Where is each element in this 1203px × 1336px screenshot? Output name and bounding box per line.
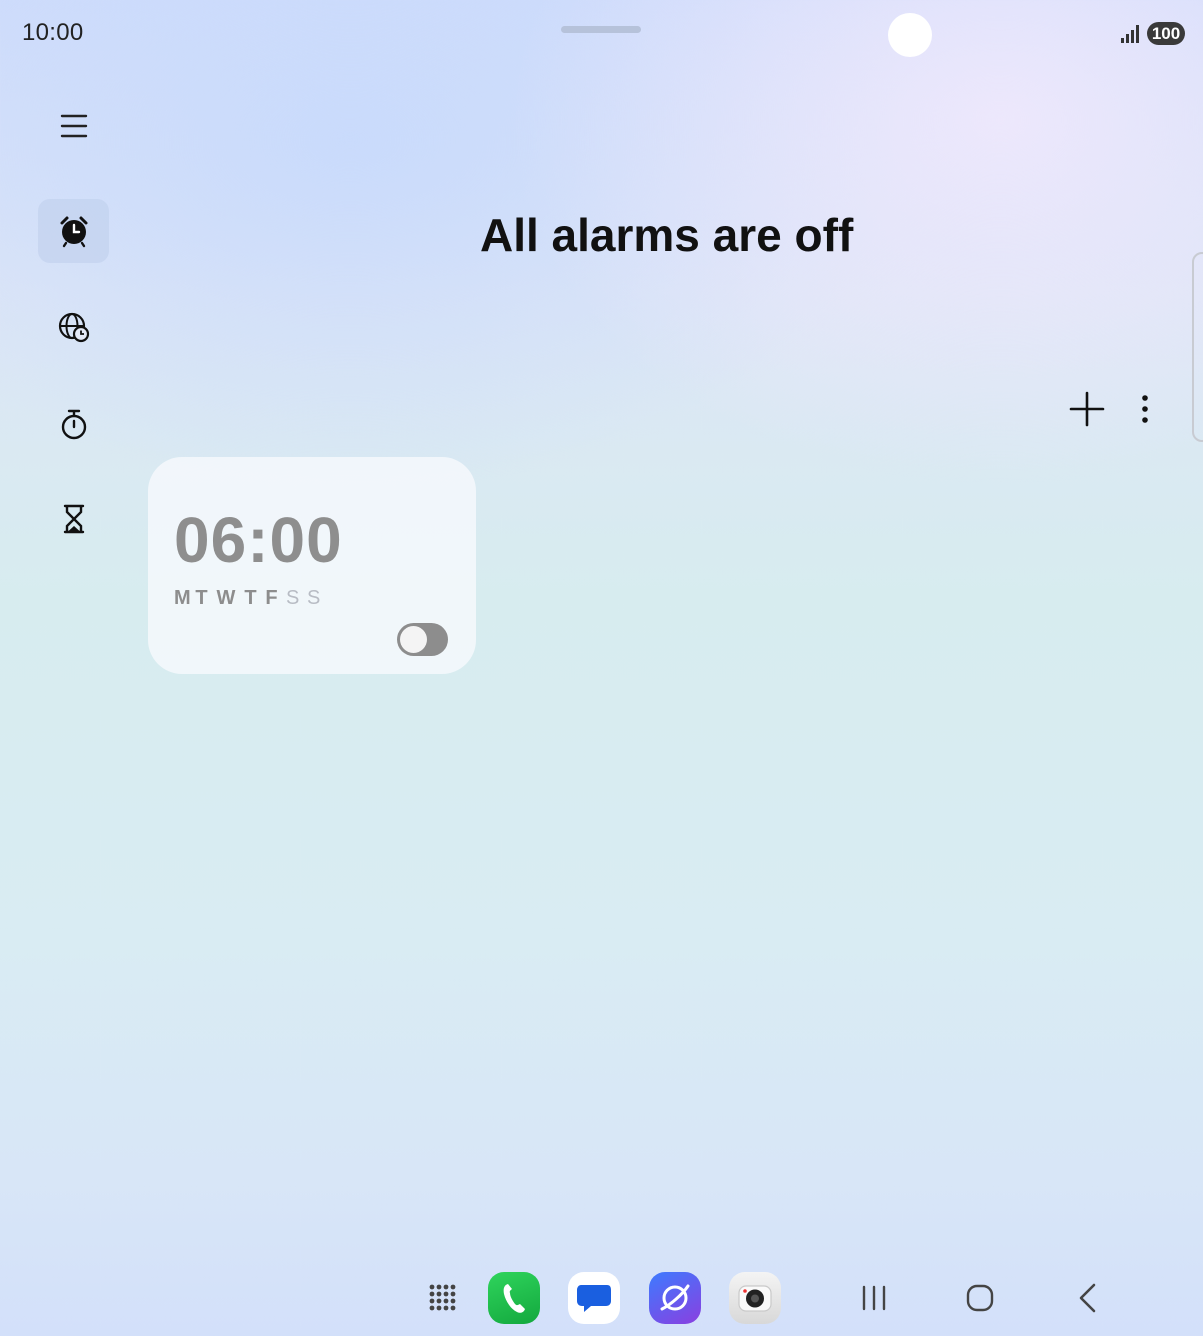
recents-icon[interactable] [856,1280,892,1316]
alarm-toggle[interactable] [397,623,448,656]
page-title: All alarms are off [480,209,854,261]
day-saturday: S [286,587,300,609]
day-friday: F [265,587,278,609]
signal-icon [1121,25,1139,43]
phone-icon [503,1284,525,1313]
rail-item-alarm[interactable] [38,199,109,263]
messages-icon [577,1285,611,1312]
browser-icon [660,1284,690,1311]
day-monday: M [174,587,191,609]
browser-app-icon[interactable] [649,1272,701,1324]
battery-indicator: 100 [1147,22,1185,45]
drag-handle[interactable] [561,26,641,33]
alarm-days: M T W T F S S [174,587,320,610]
menu-icon[interactable] [58,110,90,142]
day-wednesday: W [216,587,236,609]
add-alarm-button[interactable] [1068,390,1106,428]
front-camera [888,13,932,57]
back-icon[interactable] [1070,1280,1106,1316]
messages-app-icon[interactable] [568,1272,620,1324]
day-tuesday: T [195,587,208,609]
rail-item-timer[interactable] [38,487,109,551]
camera-icon [738,1285,772,1312]
home-icon[interactable] [962,1280,998,1316]
phone-app-icon[interactable] [488,1272,540,1324]
alarm-card[interactable]: 06:00 M T W T F S S [148,457,476,674]
alarm-time: 06:00 [174,504,343,576]
camera-app-icon[interactable] [729,1272,781,1324]
rail-item-stopwatch[interactable] [38,392,109,456]
status-time: 10:00 [22,19,84,46]
toggle-knob [400,626,427,653]
day-sunday: S [307,587,321,609]
app-drawer-icon[interactable] [428,1283,458,1313]
edge-panel-handle[interactable] [1192,252,1203,442]
hourglass-icon [63,504,84,534]
day-thursday: T [244,587,257,609]
rail-item-world-clock[interactable] [38,295,109,359]
more-options-button[interactable] [1132,390,1158,428]
globe-clock-icon [58,312,89,343]
stopwatch-icon [61,409,86,440]
alarm-clock-icon [60,216,87,248]
